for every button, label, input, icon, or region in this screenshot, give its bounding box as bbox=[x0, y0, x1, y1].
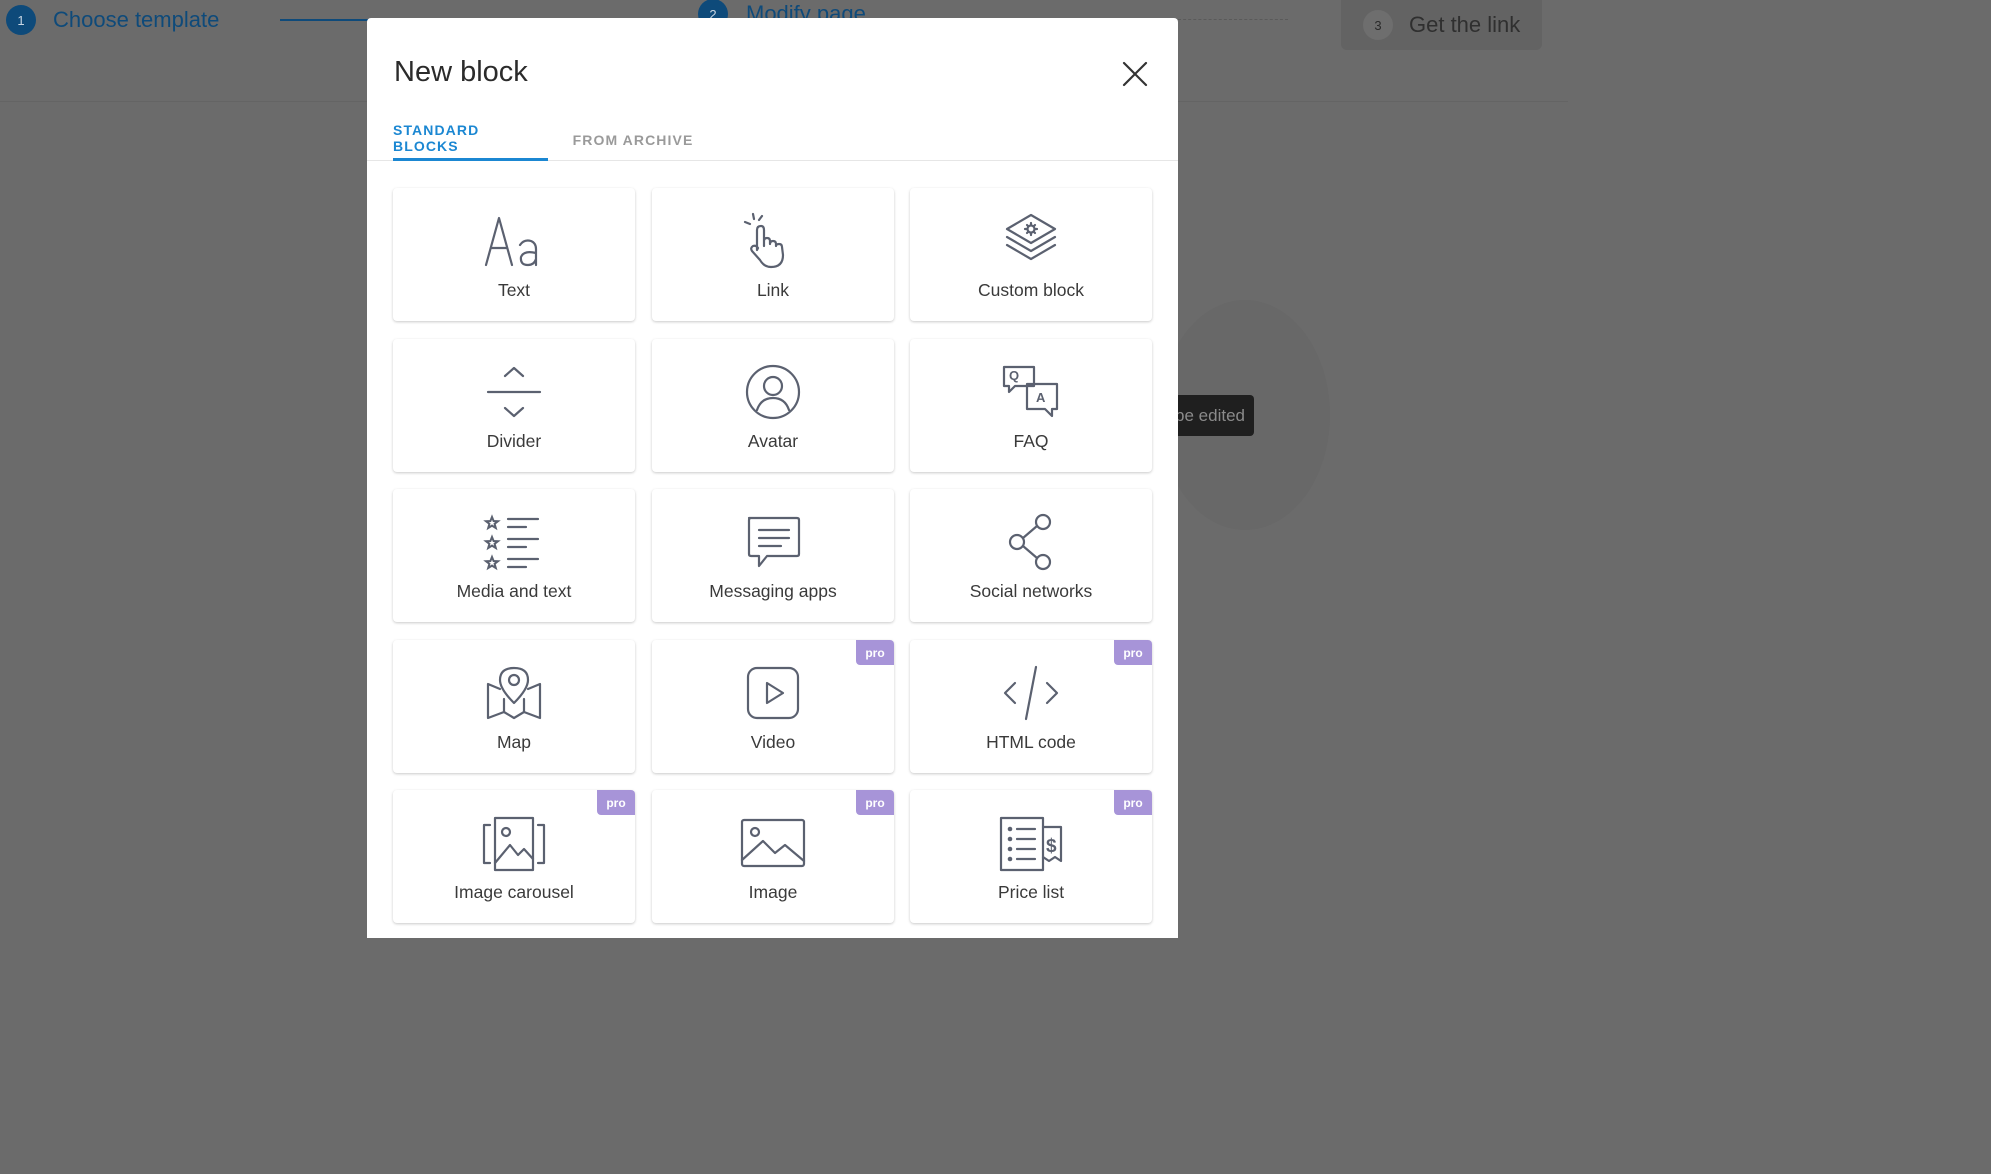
price-list-icon: $ bbox=[999, 814, 1063, 872]
text-icon bbox=[484, 212, 544, 270]
block-label: Map bbox=[496, 732, 532, 752]
block-label: Divider bbox=[486, 431, 542, 451]
faq-icon: QA bbox=[1001, 363, 1061, 421]
block-card-text[interactable]: Text bbox=[393, 188, 635, 321]
block-label: HTML code bbox=[986, 732, 1076, 752]
block-card-avatar[interactable]: Avatar bbox=[652, 339, 894, 472]
block-label: Image bbox=[748, 882, 798, 902]
svg-text:A: A bbox=[1036, 390, 1046, 405]
step-number: 3 bbox=[1363, 10, 1393, 40]
step-label: Get the link bbox=[1409, 12, 1521, 37]
block-card-html-code[interactable]: pro HTML code bbox=[910, 640, 1152, 773]
media-list-icon bbox=[483, 513, 544, 571]
block-card-image-carousel[interactable]: pro Image carousel bbox=[393, 790, 635, 923]
block-card-video[interactable]: pro Video bbox=[652, 640, 894, 773]
block-label: Link bbox=[756, 280, 790, 300]
tab-from-archive[interactable]: FROM ARCHIVE bbox=[567, 118, 699, 161]
block-label: Social networks bbox=[969, 581, 1093, 601]
block-card-custom-block[interactable]: Custom block bbox=[910, 188, 1152, 321]
svg-text:$: $ bbox=[1046, 836, 1057, 857]
block-card-map[interactable]: Map bbox=[393, 640, 635, 773]
layers-gear-icon bbox=[1001, 212, 1061, 270]
block-label: Avatar bbox=[747, 431, 799, 451]
svg-text:Q: Q bbox=[1009, 368, 1019, 383]
step-get-the-link: 3 Get the link bbox=[1341, 0, 1542, 50]
close-button[interactable] bbox=[1115, 54, 1155, 94]
block-card-social-networks[interactable]: Social networks bbox=[910, 489, 1152, 622]
block-card-price-list[interactable]: pro $ Price list bbox=[910, 790, 1152, 923]
block-label: Video bbox=[750, 732, 796, 752]
code-icon bbox=[1001, 664, 1061, 722]
chat-bubble-icon bbox=[743, 513, 803, 571]
pro-badge: pro bbox=[1114, 640, 1152, 665]
pro-badge: pro bbox=[856, 640, 894, 665]
step-number: 1 bbox=[6, 5, 36, 35]
block-label: Text bbox=[497, 280, 531, 300]
block-label: Media and text bbox=[456, 581, 572, 601]
block-label: Price list bbox=[997, 882, 1065, 902]
block-card-media-and-text[interactable]: Media and text bbox=[393, 489, 635, 622]
block-card-image[interactable]: pro Image bbox=[652, 790, 894, 923]
pointer-hand-icon bbox=[743, 212, 803, 270]
avatar-icon bbox=[743, 363, 803, 421]
step-choose-template: 1 Choose template bbox=[6, 0, 219, 40]
block-label: Image carousel bbox=[454, 882, 574, 902]
tab-bar: STANDARD BLOCKS FROM ARCHIVE bbox=[367, 118, 1178, 161]
pro-badge: pro bbox=[856, 790, 894, 815]
image-icon bbox=[740, 814, 806, 872]
block-label: FAQ bbox=[1013, 431, 1049, 451]
play-icon bbox=[743, 664, 803, 722]
carousel-icon bbox=[482, 814, 546, 872]
pro-badge: pro bbox=[1114, 790, 1152, 815]
share-icon bbox=[1001, 513, 1061, 571]
map-pin-icon bbox=[484, 664, 544, 722]
block-card-faq[interactable]: QA FAQ bbox=[910, 339, 1152, 472]
block-card-link[interactable]: Link bbox=[652, 188, 894, 321]
block-card-divider[interactable]: Divider bbox=[393, 339, 635, 472]
close-icon bbox=[1122, 61, 1148, 87]
block-label: Messaging apps bbox=[709, 581, 837, 601]
step-connector bbox=[1178, 19, 1288, 20]
pro-badge: pro bbox=[597, 790, 635, 815]
step-label: Choose template bbox=[53, 7, 220, 32]
block-label: Custom block bbox=[977, 280, 1084, 300]
tab-standard-blocks[interactable]: STANDARD BLOCKS bbox=[393, 118, 548, 161]
divider-icon bbox=[484, 363, 544, 421]
dialog-title: New block bbox=[394, 56, 528, 88]
new-block-dialog: New block STANDARD BLOCKS FROM ARCHIVE T… bbox=[367, 18, 1178, 938]
block-card-messaging-apps[interactable]: Messaging apps bbox=[652, 489, 894, 622]
step-connector bbox=[280, 19, 380, 21]
